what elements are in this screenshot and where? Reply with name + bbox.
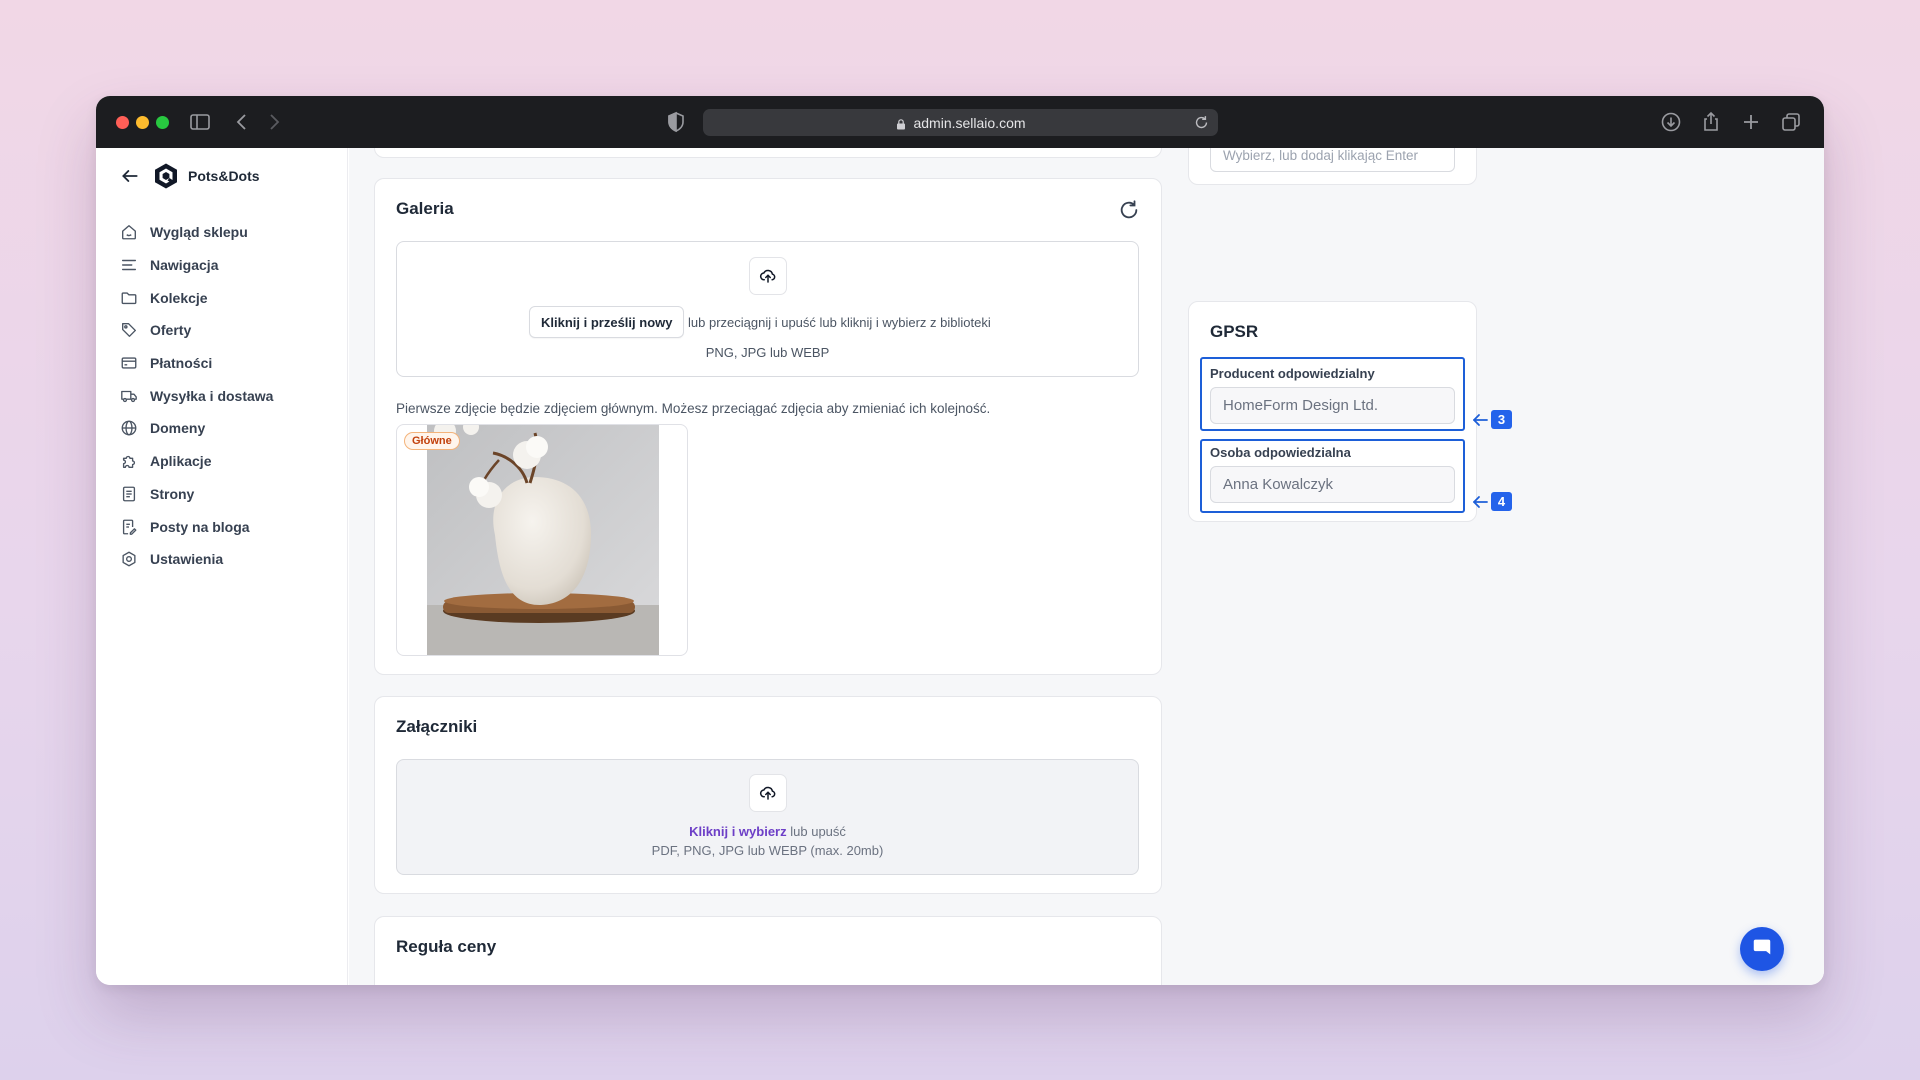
annotation-number: 4 [1491,492,1512,511]
tab-overview-icon[interactable] [1779,110,1803,134]
gpsr-title: GPSR [1210,322,1259,341]
sidebar-item-ustawienia[interactable]: Ustawienia [120,543,330,576]
price-rule-title: Reguła ceny [396,937,497,956]
home-icon [120,223,138,241]
brand-name: Pots&Dots [188,168,260,184]
back-nav-icon[interactable] [230,110,254,134]
minimize-window-button[interactable] [136,116,149,129]
privacy-shield-icon[interactable] [664,110,688,134]
chat-support-button[interactable] [1740,927,1784,971]
left-arrow-icon [1472,495,1488,509]
upload-new-button[interactable]: Kliknij i prześlij nowy [529,306,685,338]
attachments-title: Załączniki [396,717,478,736]
gallery-card: Galeria Kliknij i prześlij nowy lub prze… [374,178,1162,675]
refresh-icon[interactable] [1118,199,1140,221]
sidebar-item-strony[interactable]: Strony [120,478,330,511]
attachments-hint-text: lub upuść [790,824,846,839]
sidebar-item-label: Nawigacja [150,257,219,274]
producer-field-highlight [1200,357,1465,431]
browser-window: admin.sellaio.com Pots&Dots Wygląd sklep… [96,96,1824,985]
upload-cloud-icon [749,257,787,295]
main-content: Wybierz, lub dodaj klikając Enter Galeri… [349,148,1824,985]
gallery-title: Galeria [396,199,454,218]
gallery-note: Pierwsze zdjęcie będzie zdjęciem głównym… [396,401,991,416]
annotation-marker-4: 4 [1472,492,1512,511]
gallery-dropzone[interactable]: Kliknij i prześlij nowy lub przeciągnij … [396,241,1139,377]
attachments-dropzone[interactable]: Kliknij i wybierz lub upuść PDF, PNG, JP… [396,759,1139,875]
browser-toolbar: admin.sellaio.com [96,96,1824,148]
sidebar-item-platnosci[interactable]: Płatności [120,347,330,380]
upload-cloud-icon [749,774,787,812]
sidebar-item-oferty[interactable]: Oferty [120,314,330,347]
tags-card: Wybierz, lub dodaj klikając Enter [1188,148,1477,185]
gear-icon [120,550,138,568]
sidebar-item-wyglad-sklepu[interactable]: Wygląd sklepu [120,216,330,249]
back-arrow-icon[interactable] [120,166,140,186]
sidebar-item-kolekcje[interactable]: Kolekcje [120,281,330,314]
lock-icon [895,117,907,129]
sidebar-item-wysylka[interactable]: Wysyłka i dostawa [120,379,330,412]
tag-icon [120,321,138,339]
close-window-button[interactable] [116,116,129,129]
new-tab-icon[interactable] [1739,110,1763,134]
sidebar-item-label: Domeny [150,420,206,437]
sidebar-item-label: Oferty [150,322,192,339]
folder-icon [120,289,138,307]
sidebar-item-domeny[interactable]: Domeny [120,412,330,445]
vase-photo [427,425,659,655]
left-arrow-icon [1472,413,1488,427]
globe-icon [120,419,138,437]
credit-card-icon [120,354,138,372]
sidebar-item-label: Aplikacje [150,453,212,470]
upload-hint-text: lub przeciągnij i upuść lub kliknij i wy… [688,315,991,330]
annotation-number: 3 [1491,410,1512,429]
attachments-card: Załączniki Kliknij i wybierz lub upuść P… [374,696,1162,894]
sidebar-item-label: Wysyłka i dostawa [150,387,274,404]
gallery-image-thumbnail[interactable]: Główne [396,424,688,656]
sidebar-item-label: Kolekcje [150,289,208,306]
tags-input[interactable]: Wybierz, lub dodaj klikając Enter [1210,148,1455,172]
attachments-select-link[interactable]: Kliknij i wybierz [689,824,787,839]
main-image-badge: Główne [404,432,460,450]
sidebar: Pots&Dots Wygląd sklepu Nawigacja Kolekc… [96,148,348,985]
brand-header: Pots&Dots [120,161,260,191]
reload-icon[interactable] [1193,114,1210,131]
address-bar[interactable]: admin.sellaio.com [703,109,1218,136]
truck-icon [120,387,138,405]
attachments-formats-text: PDF, PNG, JPG lub WEBP (max. 20mb) [651,843,884,858]
puzzle-icon [120,452,138,470]
brand-logo-icon [152,162,180,190]
document-edit-icon [120,518,138,536]
previous-section-card [374,148,1162,158]
document-icon [120,485,138,503]
price-rule-card: Reguła ceny [374,916,1162,985]
sidebar-item-label: Posty na bloga [150,518,250,535]
maximize-window-button[interactable] [156,116,169,129]
person-field-highlight [1200,439,1465,513]
chat-bubble-icon [1751,936,1773,963]
download-icon[interactable] [1659,110,1683,134]
forward-nav-icon[interactable] [262,110,286,134]
share-icon[interactable] [1699,110,1723,134]
sidebar-nav: Wygląd sklepu Nawigacja Kolekcje Oferty … [120,216,330,576]
sidebar-item-label: Płatności [150,355,213,372]
url-text: admin.sellaio.com [913,114,1026,131]
sidebar-item-posty[interactable]: Posty na bloga [120,510,330,543]
sidebar-item-nawigacja[interactable]: Nawigacja [120,249,330,282]
gallery-formats-text: PNG, JPG lub WEBP [705,345,830,360]
attachments-hint-line: Kliknij i wybierz lub upuść [397,824,1138,839]
sidebar-toggle-icon[interactable] [188,110,212,134]
sidebar-item-label: Ustawienia [150,551,224,568]
menu-lines-icon [120,256,138,274]
sidebar-item-aplikacje[interactable]: Aplikacje [120,445,330,478]
annotation-marker-3: 3 [1472,410,1512,429]
sidebar-item-label: Strony [150,485,195,502]
sidebar-item-label: Wygląd sklepu [150,224,248,241]
